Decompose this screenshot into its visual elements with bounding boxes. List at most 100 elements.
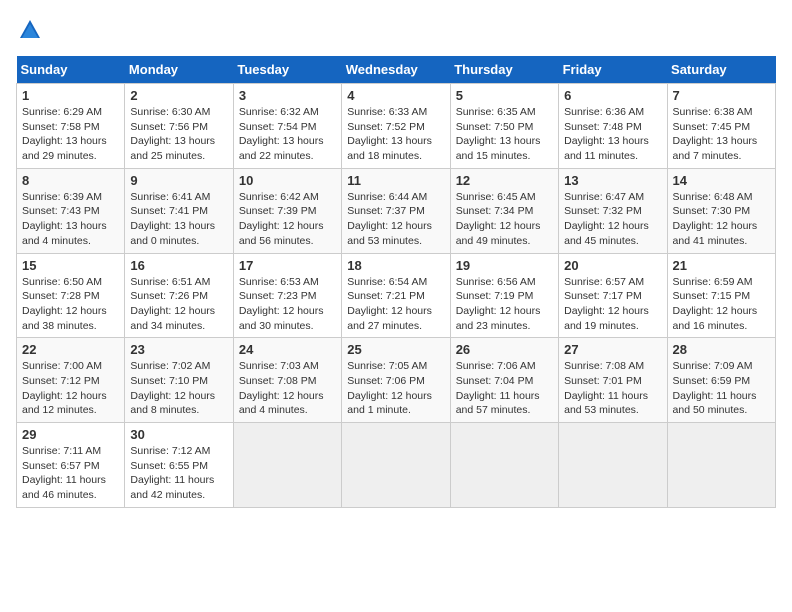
calendar-day-cell: 12 Sunrise: 6:45 AM Sunset: 7:34 PM Dayl…: [450, 168, 558, 253]
calendar-day-cell: 5 Sunrise: 6:35 AM Sunset: 7:50 PM Dayli…: [450, 84, 558, 169]
calendar-week-row: 15 Sunrise: 6:50 AM Sunset: 7:28 PM Dayl…: [17, 253, 776, 338]
calendar-day-cell: 18 Sunrise: 6:54 AM Sunset: 7:21 PM Dayl…: [342, 253, 450, 338]
calendar-week-row: 22 Sunrise: 7:00 AM Sunset: 7:12 PM Dayl…: [17, 338, 776, 423]
calendar-day-cell: 25 Sunrise: 7:05 AM Sunset: 7:06 PM Dayl…: [342, 338, 450, 423]
day-number: 21: [673, 258, 770, 273]
calendar-day-cell: 13 Sunrise: 6:47 AM Sunset: 7:32 PM Dayl…: [559, 168, 667, 253]
calendar-day-cell: 22 Sunrise: 7:00 AM Sunset: 7:12 PM Dayl…: [17, 338, 125, 423]
calendar-day-cell: 3 Sunrise: 6:32 AM Sunset: 7:54 PM Dayli…: [233, 84, 341, 169]
day-number: 25: [347, 342, 444, 357]
day-number: 14: [673, 173, 770, 188]
calendar-day-cell: 19 Sunrise: 6:56 AM Sunset: 7:19 PM Dayl…: [450, 253, 558, 338]
day-info: Sunrise: 6:48 AM Sunset: 7:30 PM Dayligh…: [673, 190, 770, 249]
day-number: 8: [22, 173, 119, 188]
calendar-day-cell: 23 Sunrise: 7:02 AM Sunset: 7:10 PM Dayl…: [125, 338, 233, 423]
day-number: 5: [456, 88, 553, 103]
day-info: Sunrise: 7:12 AM Sunset: 6:55 PM Dayligh…: [130, 444, 227, 503]
calendar-day-cell: 21 Sunrise: 6:59 AM Sunset: 7:15 PM Dayl…: [667, 253, 775, 338]
day-number: 6: [564, 88, 661, 103]
day-info: Sunrise: 6:39 AM Sunset: 7:43 PM Dayligh…: [22, 190, 119, 249]
calendar-day-cell: 28 Sunrise: 7:09 AM Sunset: 6:59 PM Dayl…: [667, 338, 775, 423]
day-number: 12: [456, 173, 553, 188]
calendar-day-cell: 9 Sunrise: 6:41 AM Sunset: 7:41 PM Dayli…: [125, 168, 233, 253]
day-info: Sunrise: 7:11 AM Sunset: 6:57 PM Dayligh…: [22, 444, 119, 503]
weekday-header-row: SundayMondayTuesdayWednesdayThursdayFrid…: [17, 56, 776, 84]
day-info: Sunrise: 7:03 AM Sunset: 7:08 PM Dayligh…: [239, 359, 336, 418]
day-number: 2: [130, 88, 227, 103]
weekday-header: Tuesday: [233, 56, 341, 84]
logo: [16, 16, 48, 44]
calendar-day-cell: 7 Sunrise: 6:38 AM Sunset: 7:45 PM Dayli…: [667, 84, 775, 169]
day-number: 11: [347, 173, 444, 188]
day-number: 26: [456, 342, 553, 357]
calendar-day-cell: 11 Sunrise: 6:44 AM Sunset: 7:37 PM Dayl…: [342, 168, 450, 253]
calendar-day-cell: 16 Sunrise: 6:51 AM Sunset: 7:26 PM Dayl…: [125, 253, 233, 338]
weekday-header: Friday: [559, 56, 667, 84]
day-info: Sunrise: 6:35 AM Sunset: 7:50 PM Dayligh…: [456, 105, 553, 164]
calendar-week-row: 1 Sunrise: 6:29 AM Sunset: 7:58 PM Dayli…: [17, 84, 776, 169]
calendar-day-cell: 1 Sunrise: 6:29 AM Sunset: 7:58 PM Dayli…: [17, 84, 125, 169]
day-info: Sunrise: 6:50 AM Sunset: 7:28 PM Dayligh…: [22, 275, 119, 334]
logo-icon: [16, 16, 44, 44]
day-number: 30: [130, 427, 227, 442]
calendar-day-cell: 2 Sunrise: 6:30 AM Sunset: 7:56 PM Dayli…: [125, 84, 233, 169]
day-info: Sunrise: 7:09 AM Sunset: 6:59 PM Dayligh…: [673, 359, 770, 418]
day-info: Sunrise: 6:53 AM Sunset: 7:23 PM Dayligh…: [239, 275, 336, 334]
calendar-day-cell: 30 Sunrise: 7:12 AM Sunset: 6:55 PM Dayl…: [125, 423, 233, 508]
calendar-day-cell: 17 Sunrise: 6:53 AM Sunset: 7:23 PM Dayl…: [233, 253, 341, 338]
day-number: 4: [347, 88, 444, 103]
day-info: Sunrise: 6:54 AM Sunset: 7:21 PM Dayligh…: [347, 275, 444, 334]
calendar-day-cell: [559, 423, 667, 508]
day-number: 19: [456, 258, 553, 273]
day-number: 24: [239, 342, 336, 357]
day-number: 23: [130, 342, 227, 357]
day-number: 20: [564, 258, 661, 273]
calendar-day-cell: 15 Sunrise: 6:50 AM Sunset: 7:28 PM Dayl…: [17, 253, 125, 338]
day-info: Sunrise: 6:59 AM Sunset: 7:15 PM Dayligh…: [673, 275, 770, 334]
day-info: Sunrise: 6:41 AM Sunset: 7:41 PM Dayligh…: [130, 190, 227, 249]
day-number: 15: [22, 258, 119, 273]
day-number: 16: [130, 258, 227, 273]
calendar-day-cell: 24 Sunrise: 7:03 AM Sunset: 7:08 PM Dayl…: [233, 338, 341, 423]
day-info: Sunrise: 6:29 AM Sunset: 7:58 PM Dayligh…: [22, 105, 119, 164]
day-info: Sunrise: 7:02 AM Sunset: 7:10 PM Dayligh…: [130, 359, 227, 418]
day-info: Sunrise: 6:56 AM Sunset: 7:19 PM Dayligh…: [456, 275, 553, 334]
calendar-day-cell: 20 Sunrise: 6:57 AM Sunset: 7:17 PM Dayl…: [559, 253, 667, 338]
calendar-day-cell: 29 Sunrise: 7:11 AM Sunset: 6:57 PM Dayl…: [17, 423, 125, 508]
day-info: Sunrise: 6:47 AM Sunset: 7:32 PM Dayligh…: [564, 190, 661, 249]
day-number: 22: [22, 342, 119, 357]
calendar-day-cell: 6 Sunrise: 6:36 AM Sunset: 7:48 PM Dayli…: [559, 84, 667, 169]
day-number: 3: [239, 88, 336, 103]
day-info: Sunrise: 6:33 AM Sunset: 7:52 PM Dayligh…: [347, 105, 444, 164]
day-number: 13: [564, 173, 661, 188]
day-info: Sunrise: 6:38 AM Sunset: 7:45 PM Dayligh…: [673, 105, 770, 164]
day-info: Sunrise: 6:30 AM Sunset: 7:56 PM Dayligh…: [130, 105, 227, 164]
day-number: 18: [347, 258, 444, 273]
day-info: Sunrise: 7:06 AM Sunset: 7:04 PM Dayligh…: [456, 359, 553, 418]
day-number: 27: [564, 342, 661, 357]
day-info: Sunrise: 7:05 AM Sunset: 7:06 PM Dayligh…: [347, 359, 444, 418]
day-info: Sunrise: 6:36 AM Sunset: 7:48 PM Dayligh…: [564, 105, 661, 164]
day-info: Sunrise: 7:00 AM Sunset: 7:12 PM Dayligh…: [22, 359, 119, 418]
day-number: 10: [239, 173, 336, 188]
calendar-day-cell: 26 Sunrise: 7:06 AM Sunset: 7:04 PM Dayl…: [450, 338, 558, 423]
calendar-day-cell: [450, 423, 558, 508]
calendar-table: SundayMondayTuesdayWednesdayThursdayFrid…: [16, 56, 776, 508]
calendar-day-cell: [667, 423, 775, 508]
weekday-header: Thursday: [450, 56, 558, 84]
page-header: [16, 16, 776, 44]
day-info: Sunrise: 6:57 AM Sunset: 7:17 PM Dayligh…: [564, 275, 661, 334]
day-info: Sunrise: 6:44 AM Sunset: 7:37 PM Dayligh…: [347, 190, 444, 249]
day-info: Sunrise: 6:51 AM Sunset: 7:26 PM Dayligh…: [130, 275, 227, 334]
day-number: 29: [22, 427, 119, 442]
calendar-day-cell: 14 Sunrise: 6:48 AM Sunset: 7:30 PM Dayl…: [667, 168, 775, 253]
calendar-day-cell: 27 Sunrise: 7:08 AM Sunset: 7:01 PM Dayl…: [559, 338, 667, 423]
calendar-day-cell: 8 Sunrise: 6:39 AM Sunset: 7:43 PM Dayli…: [17, 168, 125, 253]
day-info: Sunrise: 7:08 AM Sunset: 7:01 PM Dayligh…: [564, 359, 661, 418]
calendar-day-cell: 4 Sunrise: 6:33 AM Sunset: 7:52 PM Dayli…: [342, 84, 450, 169]
calendar-week-row: 29 Sunrise: 7:11 AM Sunset: 6:57 PM Dayl…: [17, 423, 776, 508]
day-number: 28: [673, 342, 770, 357]
weekday-header: Saturday: [667, 56, 775, 84]
day-info: Sunrise: 6:45 AM Sunset: 7:34 PM Dayligh…: [456, 190, 553, 249]
weekday-header: Sunday: [17, 56, 125, 84]
